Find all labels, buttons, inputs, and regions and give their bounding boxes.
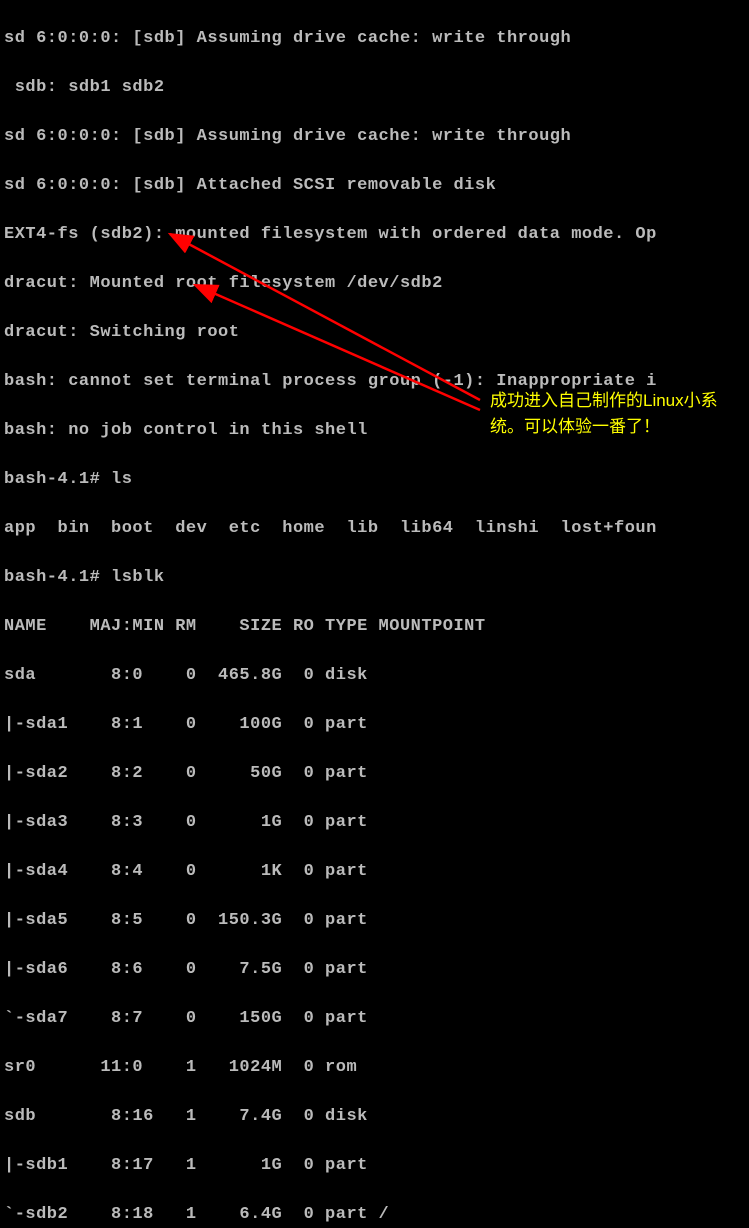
shell-prompt: bash-4.1# [4,470,111,489]
boot-line: EXT4-fs (sdb2): mounted filesystem with … [4,223,745,248]
lsblk-row: |-sda5 8:5 0 150.3G 0 part [4,909,745,934]
command-line[interactable]: bash-4.1# lsblk [4,566,745,591]
boot-line: sd 6:0:0:0: [sdb] Assuming drive cache: … [4,27,745,52]
lsblk-row: |-sdb1 8:17 1 1G 0 part [4,1154,745,1179]
annotation-text: 成功进入自己制作的Linux小系 统。可以体验一番了！ [490,388,718,439]
boot-line: dracut: Mounted root filesystem /dev/sdb… [4,272,745,297]
boot-line: sd 6:0:0:0: [sdb] Assuming drive cache: … [4,125,745,150]
shell-prompt: bash-4.1# [4,568,111,587]
lsblk-row: sr0 11:0 1 1024M 0 rom [4,1056,745,1081]
command-ls: ls [111,470,132,489]
terminal-output: sd 6:0:0:0: [sdb] Assuming drive cache: … [0,0,749,1228]
ls-output: app bin boot dev etc home lib lib64 lins… [4,517,745,542]
lsblk-row: `-sda7 8:7 0 150G 0 part [4,1007,745,1032]
command-lsblk: lsblk [111,568,165,587]
boot-line: dracut: Switching root [4,321,745,346]
lsblk-row: `-sdb2 8:18 1 6.4G 0 part / [4,1203,745,1228]
boot-line: sd 6:0:0:0: [sdb] Attached SCSI removabl… [4,174,745,199]
lsblk-row: |-sda1 8:1 0 100G 0 part [4,713,745,738]
lsblk-row: sda 8:0 0 465.8G 0 disk [4,664,745,689]
command-line[interactable]: bash-4.1# ls [4,468,745,493]
lsblk-row: |-sda2 8:2 0 50G 0 part [4,762,745,787]
annotation-line: 统。可以体验一番了！ [490,414,718,440]
boot-line: sdb: sdb1 sdb2 [4,76,745,101]
annotation-line: 成功进入自己制作的Linux小系 [490,388,718,414]
lsblk-row: |-sda3 8:3 0 1G 0 part [4,811,745,836]
lsblk-row: sdb 8:16 1 7.4G 0 disk [4,1105,745,1130]
lsblk-row: |-sda4 8:4 0 1K 0 part [4,860,745,885]
lsblk-row: |-sda6 8:6 0 7.5G 0 part [4,958,745,983]
lsblk-header: NAME MAJ:MIN RM SIZE RO TYPE MOUNTPOINT [4,615,745,640]
